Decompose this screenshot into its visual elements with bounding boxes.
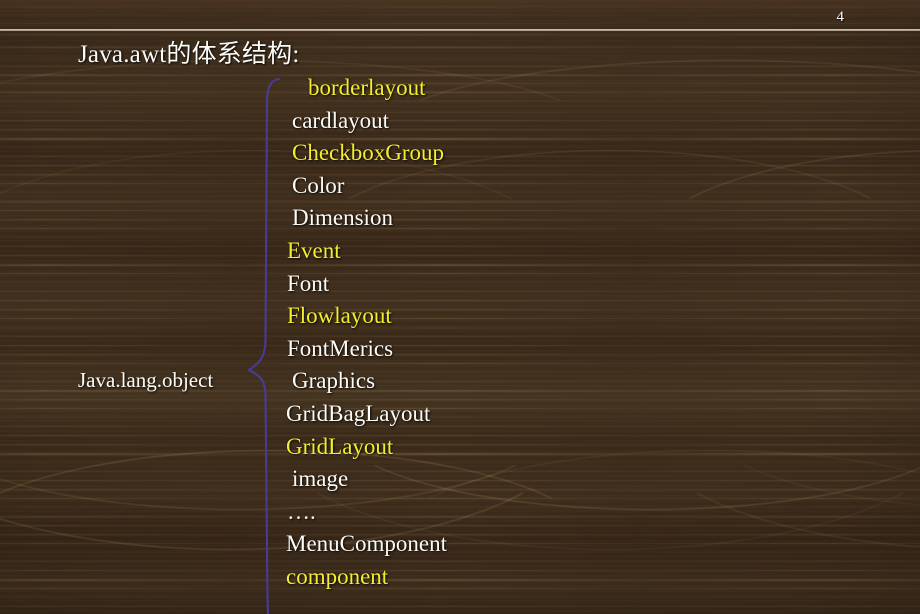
class-list: borderlayout cardlayout CheckboxGroup Color… [286, 72, 716, 594]
class-list-item: GridLayout [286, 433, 394, 459]
page-title: Java.awt的体系结构: [78, 41, 300, 68]
class-list-item: Font [287, 270, 330, 296]
class-list-item: borderlayout [308, 75, 426, 100]
class-list-item: image [292, 466, 349, 492]
class-list-item: MenuComponent [286, 531, 447, 557]
class-list-item: GridBagLayout [286, 400, 431, 426]
class-list-item: CheckboxGroup [292, 140, 445, 166]
header-divider-rule [0, 29, 920, 31]
class-list-item: Dimension [292, 205, 393, 231]
class-list-item: Flowlayout [287, 303, 392, 329]
page-number: 4 [836, 9, 845, 25]
class-list-item: Event [287, 237, 341, 263]
class-list-item: component [286, 563, 389, 589]
class-list-item: FontMerics [287, 335, 394, 361]
header-band [0, 0, 920, 29]
class-list-item: cardlayout [292, 107, 390, 133]
root-class-label: Java.lang.object [78, 368, 214, 392]
slide-canvas: 4 Java.awt的体系结构: Java.lang.object border… [0, 0, 920, 614]
class-list-item: Color [292, 172, 345, 198]
class-list-item: …. [287, 498, 316, 524]
class-list-item: Graphics [292, 368, 376, 394]
